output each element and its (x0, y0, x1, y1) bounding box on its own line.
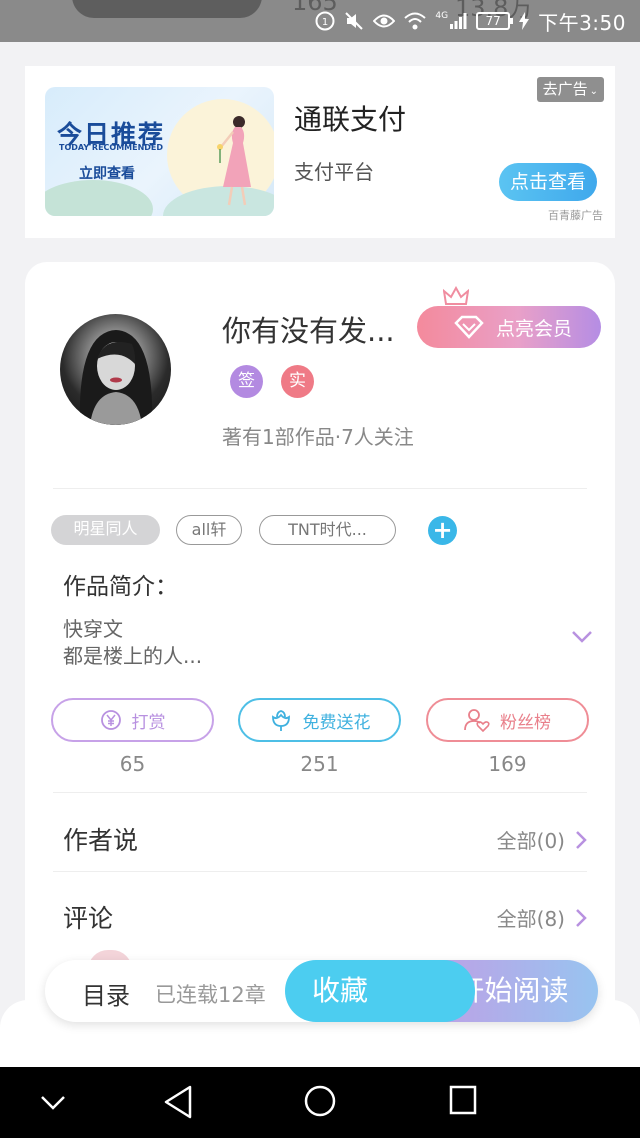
home-icon[interactable] (304, 1085, 336, 1117)
fans-ranking-label: 粉丝榜 (500, 712, 551, 733)
status-bar: 165 13.8万 1 4G 77 下午3:50 (0, 0, 640, 42)
divider (53, 792, 587, 793)
hd-call-icon: 1 (315, 11, 335, 31)
author-says-all-link[interactable]: 全部(0) (497, 825, 587, 854)
tag-character[interactable]: TNT时代... (259, 515, 396, 545)
svg-text:1: 1 (322, 17, 328, 28)
ad-name: 通联支付 (294, 103, 407, 136)
author-says-all-label: 全部(0) (496, 829, 565, 853)
table-of-contents-button[interactable]: 目录 (82, 976, 130, 1011)
mute-icon (345, 12, 364, 30)
tag-genre[interactable]: 明星同人 (51, 515, 160, 545)
ad-banner-subtitle: TODAY RECOMMENDED (59, 143, 164, 152)
chevron-down-icon: ⌄ (589, 86, 598, 97)
chevron-down-icon[interactable] (571, 630, 593, 644)
flower-icon (271, 710, 290, 731)
comments-all-label: 全部(8) (496, 907, 565, 931)
flower-count: 251 (300, 752, 339, 776)
ad-card[interactable]: 今日推荐 TODAY RECOMMENDED 立即查看 通联支付 支付平台 去广… (25, 66, 615, 238)
remove-ad-label: 去广告 (542, 80, 588, 98)
remove-ad-button[interactable]: 去广告 ⌄ (536, 77, 604, 102)
ad-source-label: 百青藤广告 (548, 209, 603, 222)
charging-icon (519, 12, 530, 30)
author-name[interactable]: 你有没有发... (222, 308, 395, 350)
ad-description: 支付平台 (294, 160, 374, 184)
eye-icon (373, 14, 396, 28)
tag-character[interactable]: all轩 (176, 515, 242, 545)
intro-text: 快穿文 都是楼上的人... (63, 616, 202, 670)
comments-title: 评论 (63, 904, 114, 933)
signal-icon (450, 13, 467, 29)
woman-illustration-icon (217, 116, 251, 206)
favorite-button[interactable]: 收藏 (285, 960, 475, 1022)
read-action-bar: 目录 已连载12章 开始阅读 收藏 (45, 960, 598, 1022)
chevron-right-icon (576, 908, 587, 927)
avatar-portrait-icon (79, 330, 153, 425)
comments-all-link[interactable]: 全部(8) (497, 903, 587, 932)
ad-banner-image[interactable]: 今日推荐 TODAY RECOMMENDED 立即查看 (45, 87, 274, 216)
chevron-right-icon (576, 830, 587, 849)
back-icon[interactable] (162, 1085, 194, 1119)
crown-icon (443, 286, 469, 308)
avatar[interactable] (60, 314, 171, 425)
yen-coin-icon (100, 710, 121, 730)
recent-apps-icon[interactable] (449, 1085, 477, 1115)
intro-title: 作品简介： (63, 574, 178, 600)
author-stats: 著有1部作品·7人关注 (222, 425, 414, 449)
tip-label: 打赏 (131, 712, 166, 733)
send-flower-button[interactable]: 免费送花 (238, 698, 401, 742)
divider (53, 488, 587, 489)
fans-ranking-button[interactable]: 粉丝榜 (426, 698, 589, 742)
author-says-title: 作者说 (63, 826, 139, 855)
fans-count: 169 (488, 752, 527, 776)
tip-count: 65 (119, 752, 146, 776)
clock: 下午3:50 (538, 10, 626, 35)
banner-hill (45, 180, 153, 216)
fans-icon (464, 709, 490, 732)
intro-line: 都是楼上的人... (63, 644, 203, 668)
navigation-bar (0, 1067, 640, 1138)
vip-button-label: 点亮会员 (495, 317, 572, 340)
add-tag-button[interactable]: + (428, 516, 457, 545)
serial-status: 已连载12章 (155, 983, 266, 1007)
hide-nav-icon[interactable] (40, 1095, 66, 1111)
vip-button[interactable]: 点亮会员 (417, 306, 601, 348)
wifi-icon (404, 12, 427, 30)
ad-banner-cta: 立即查看 (79, 166, 135, 182)
ad-view-button[interactable]: 点击查看 (499, 163, 597, 201)
tip-button[interactable]: 打赏 (51, 698, 214, 742)
send-flower-label: 免费送花 (302, 712, 371, 733)
battery-icon: 77 (476, 12, 514, 30)
network-label: 4G (435, 11, 449, 21)
plus-icon: + (432, 516, 453, 544)
ghost-image (72, 0, 262, 18)
intro-line: 快穿文 (63, 617, 123, 641)
signed-author-badge: 签 (230, 365, 263, 398)
diamond-icon (454, 315, 484, 339)
verified-badge: 实 (281, 365, 314, 398)
divider (53, 871, 587, 872)
